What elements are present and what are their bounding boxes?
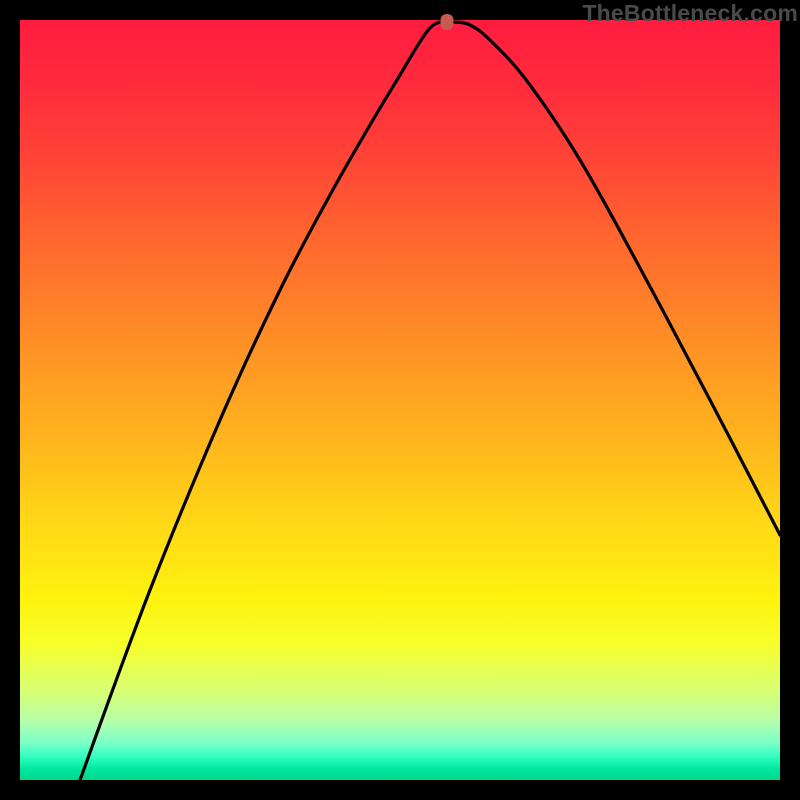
chart-frame (20, 20, 780, 780)
optimal-point-marker (441, 14, 454, 30)
watermark-text: TheBottleneck.com (582, 0, 798, 27)
bottleneck-curve (20, 20, 780, 780)
